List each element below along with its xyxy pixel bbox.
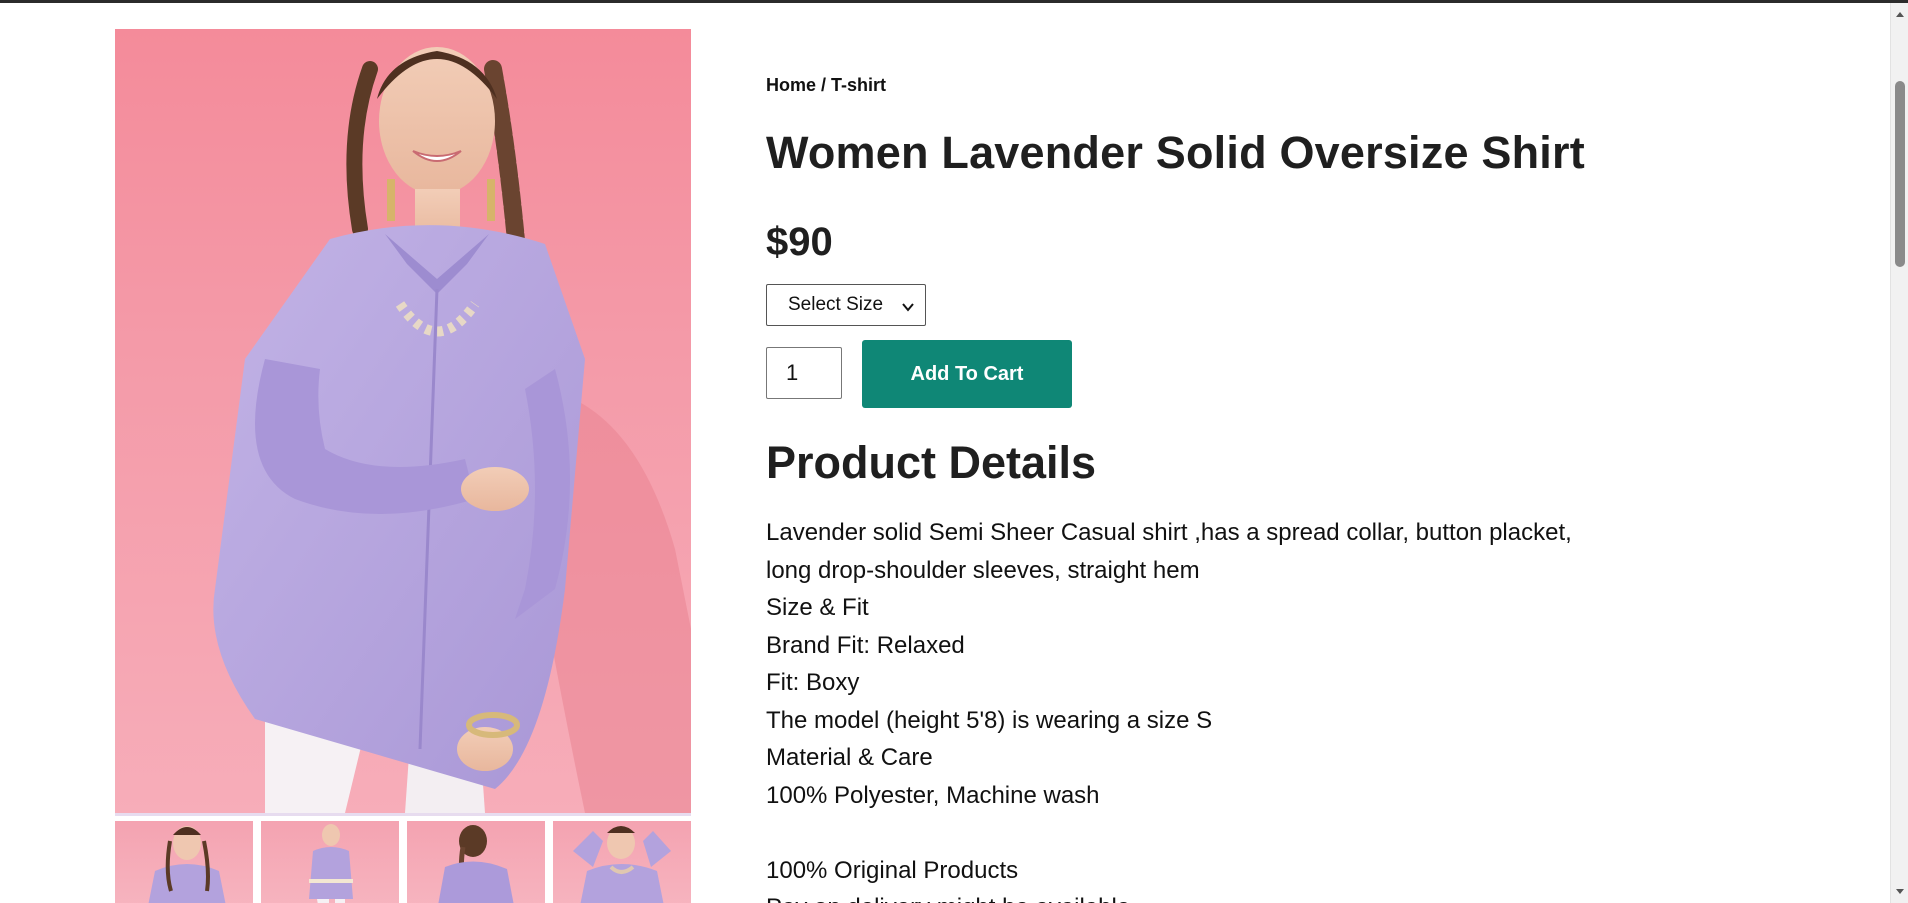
fit-line: Fit: Boxy [766,669,860,696]
product-page: Home / T-shirt Women Lavender Solid Over… [0,3,1890,903]
size-select-value: Select Size [788,294,884,315]
material-care-heading: Material & Care [766,744,933,771]
thumbnail-2[interactable] [261,821,399,903]
product-description: Lavender solid Semi Sheer Casual shirt ,… [766,514,1586,903]
product-price: $90 [766,220,833,264]
size-fit-heading: Size & Fit [766,594,869,621]
chevron-down-icon [901,298,915,312]
pay-on-delivery-line: Pay on delivery might be available [766,889,1586,903]
thumbnail-3[interactable] [407,821,545,903]
thumbnail-4[interactable] [553,821,691,903]
scroll-up-arrow-icon[interactable] [1891,5,1908,23]
thumbnail-arms-raised-image [573,826,671,903]
thumbnail-front-image [148,826,226,903]
material-line: 100% Polyester, Machine wash [766,781,1100,809]
model-size-line: The model (height 5'8) is wearing a size… [766,706,1213,734]
product-title: Women Lavender Solid Oversize Shirt [766,127,1585,178]
quantity-input[interactable]: 1 [766,347,842,399]
brand-fit-line: Brand Fit: Relaxed [766,631,965,659]
browser-viewport: Home / T-shirt Women Lavender Solid Over… [0,0,1908,903]
breadcrumb-home-link[interactable]: Home [766,75,816,95]
add-to-cart-button[interactable]: Add To Cart [862,340,1072,408]
vertical-scrollbar[interactable] [1890,3,1908,903]
original-products-line: 100% Original Products [766,856,1019,884]
model-photo-illustration [213,47,691,813]
thumbnail-full-length-image [309,824,353,903]
product-details-heading: Product Details [766,437,1097,488]
thumbnail-1[interactable] [115,821,253,903]
breadcrumb-current: T-shirt [831,75,887,95]
size-select[interactable]: Select Size [766,284,926,326]
description-line: Lavender solid Semi Sheer Casual shirt ,… [766,519,1572,546]
breadcrumb-separator: / [816,75,832,95]
main-product-image[interactable] [115,29,691,816]
thumbnail-back-image [438,825,514,903]
description-line: long drop-shoulder sleeves, straight hem [766,556,1200,584]
thumbnail-strip [115,821,691,903]
scroll-down-arrow-icon[interactable] [1891,883,1908,901]
breadcrumb: Home / T-shirt [766,75,886,96]
scrollbar-thumb[interactable] [1895,81,1905,267]
